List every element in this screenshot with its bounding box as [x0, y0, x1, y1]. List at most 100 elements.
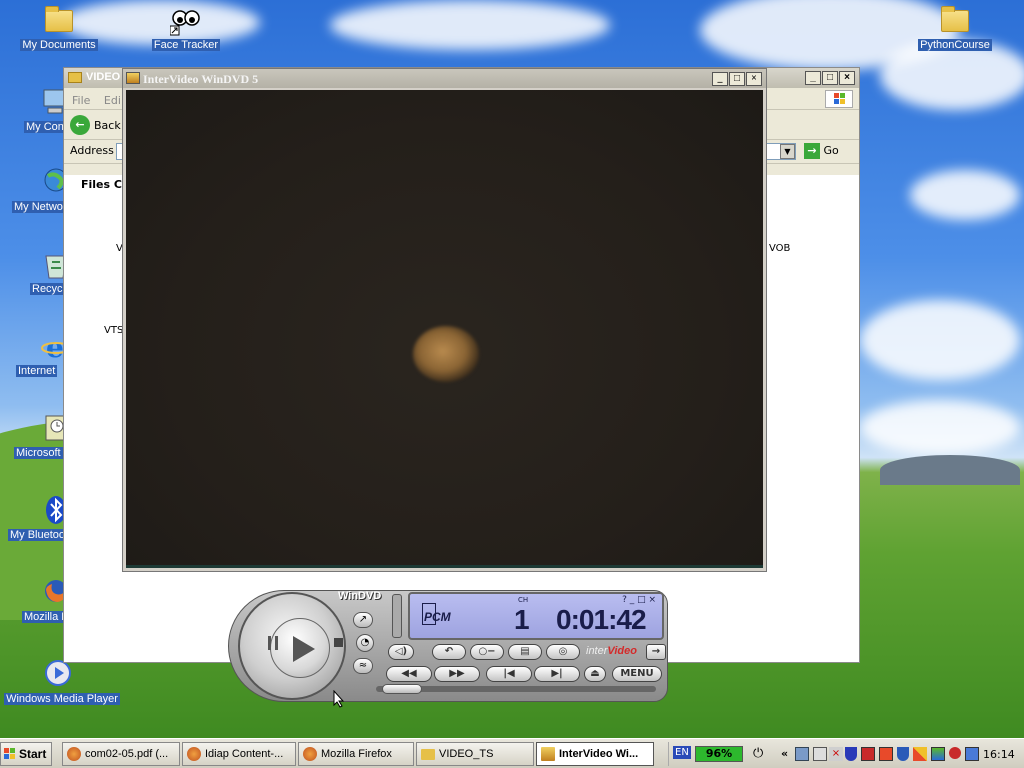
seek-handle[interactable] — [382, 684, 422, 694]
folder-icon — [421, 749, 435, 760]
desktop-icon-my-bluetooth[interactable]: My Bluetoo — [0, 494, 68, 541]
desktop-icon-mozilla-firefox[interactable]: Mozilla F — [0, 576, 71, 623]
desktop-icon-label: Microsoft — [14, 447, 63, 459]
tray-icon-safely-remove[interactable] — [965, 747, 979, 761]
volume-slider[interactable] — [392, 594, 402, 638]
tray-icon-firewall[interactable] — [897, 747, 909, 761]
seek-bar[interactable] — [376, 684, 656, 694]
tray-icon-update[interactable] — [913, 747, 927, 761]
tray-icon-security[interactable] — [861, 747, 875, 761]
folder-icon — [68, 72, 82, 83]
tray-icon-disconnected[interactable]: × — [829, 747, 843, 761]
tray-icon-network[interactable] — [795, 747, 809, 761]
power-plug-icon[interactable]: ⏻ — [753, 746, 763, 761]
capture-button[interactable]: ◎ — [546, 644, 580, 660]
task-button-video-ts[interactable]: VIDEO_TS — [416, 742, 534, 766]
eyes-icon — [169, 4, 202, 36]
address-dropdown-button[interactable]: ▼ — [780, 144, 795, 159]
task-label: com02-05.pdf (... — [85, 748, 169, 760]
subtitle-button[interactable]: ▤ — [508, 644, 542, 660]
windvd-brand-label: WinDVD — [338, 590, 382, 602]
maximize-button[interactable]: □ — [822, 71, 838, 85]
next-chapter-button[interactable]: ▶| — [534, 666, 580, 682]
rewind-button[interactable]: ◀◀ — [386, 666, 432, 682]
chapter-caption: CH — [518, 596, 529, 604]
battery-indicator[interactable]: 96% — [695, 746, 743, 762]
svg-text:e: e — [46, 331, 64, 362]
start-label: Start — [19, 747, 47, 761]
clock[interactable]: 16:14 — [983, 748, 1015, 761]
file-item[interactable]: VOB — [769, 243, 790, 254]
desktop-icon-recycle-bin[interactable]: Recyc — [0, 248, 67, 295]
play-button[interactable] — [270, 618, 330, 678]
file-item[interactable]: VTS — [104, 325, 123, 336]
eject-button[interactable]: ⏏ — [584, 666, 606, 682]
video-display[interactable] — [126, 90, 763, 568]
back-button[interactable]: ← Back — [70, 115, 121, 135]
back-label: Back — [94, 118, 121, 132]
go-arrow-icon: → — [804, 143, 820, 159]
timecode: 0:01:42 — [556, 604, 647, 635]
firefox-icon — [187, 747, 201, 761]
tray-icon-shield[interactable] — [845, 747, 857, 761]
start-button[interactable]: Start — [0, 742, 52, 766]
maximize-button[interactable]: □ — [729, 72, 745, 86]
language-indicator[interactable]: EN — [673, 746, 691, 759]
desktop-icon-windows-media-player[interactable]: Windows Media Player — [2, 658, 122, 705]
task-button-windvd[interactable]: InterVideo Wi... — [536, 742, 654, 766]
task-button-firefox[interactable]: Mozilla Firefox — [298, 742, 414, 766]
task-button-idiap[interactable]: Idiap Content-... — [182, 742, 296, 766]
desktop-icon-my-computer[interactable]: My Con — [0, 86, 67, 133]
desktop-icon-my-network[interactable]: My Netwo — [0, 166, 68, 213]
task-button-pdf[interactable]: com02-05.pdf (... — [62, 742, 180, 766]
windvd-titlebar[interactable]: InterVideo WinDVD 5 _ □ × — [123, 69, 766, 88]
pause-icon[interactable] — [268, 636, 278, 650]
menu-button[interactable]: MENU — [612, 666, 662, 682]
windvd-controller[interactable]: WinDVD ↗ ◔ ≈ PCM CH 1 0:01:42 ? _ □ × ◁)… — [228, 588, 670, 704]
previous-chapter-button[interactable]: |◀ — [486, 666, 532, 682]
desktop-icon-label: Face Tracker — [151, 39, 221, 51]
address-label: Address — [70, 144, 114, 157]
distant-hill — [880, 455, 1020, 485]
desktop-icon-face-tracker[interactable]: Face Tracker — [141, 4, 231, 51]
wave-button[interactable]: ≈ — [353, 658, 373, 674]
show-hidden-icons-button[interactable]: « — [781, 747, 788, 760]
tray-icon-alert[interactable] — [949, 747, 961, 759]
repeat-button[interactable]: ↗ — [353, 612, 373, 628]
clock-button[interactable]: ◔ — [356, 634, 374, 652]
mute-button[interactable]: ◁) — [388, 644, 414, 660]
desktop-icon-label: Windows Media Player — [4, 693, 120, 705]
expand-button[interactable]: → — [646, 644, 666, 660]
go-label: Go — [823, 144, 839, 157]
windvd-title: InterVideo WinDVD 5 — [143, 72, 259, 86]
desktop-icon-label: My Netwo — [12, 201, 65, 213]
menu-file[interactable]: File — [72, 94, 90, 107]
return-button[interactable]: ↶ — [432, 644, 466, 660]
desktop-icon-pythoncourse[interactable]: PythonCourse — [910, 4, 1000, 51]
minimize-button[interactable]: _ — [805, 71, 821, 85]
fast-forward-button[interactable]: ▶▶ — [434, 666, 480, 682]
desktop-icon-label: PythonCourse — [918, 39, 992, 51]
task-label: InterVideo Wi... — [559, 748, 639, 760]
key-button[interactable]: ○− — [470, 644, 504, 660]
close-button[interactable]: × — [839, 71, 855, 85]
menu-edit[interactable]: Edi — [104, 94, 121, 107]
cloud — [860, 400, 1020, 455]
tray-icon-connection[interactable] — [813, 747, 827, 761]
desktop-icon-microsoft[interactable]: Microsoft — [0, 412, 69, 459]
desktop-icon-label: My Documents — [20, 39, 98, 51]
go-button[interactable]: → Go — [804, 143, 839, 159]
close-button[interactable]: × — [746, 72, 762, 86]
desktop-icon-my-documents[interactable]: My Documents — [14, 4, 104, 51]
desktop-icon-internet[interactable]: e Internet — [0, 330, 71, 377]
lcd-window-controls[interactable]: ? _ □ × — [622, 595, 656, 605]
windvd-window[interactable]: InterVideo WinDVD 5 _ □ × — [122, 68, 767, 572]
navigation-dial[interactable] — [238, 592, 346, 700]
firefox-icon — [67, 747, 81, 761]
audio-format-label: PCM — [424, 610, 451, 624]
stop-button[interactable] — [334, 638, 343, 647]
cloud — [910, 170, 1020, 220]
tray-icon-antivirus[interactable] — [879, 747, 893, 761]
tray-icon-display[interactable] — [931, 747, 945, 761]
minimize-button[interactable]: _ — [712, 72, 728, 86]
